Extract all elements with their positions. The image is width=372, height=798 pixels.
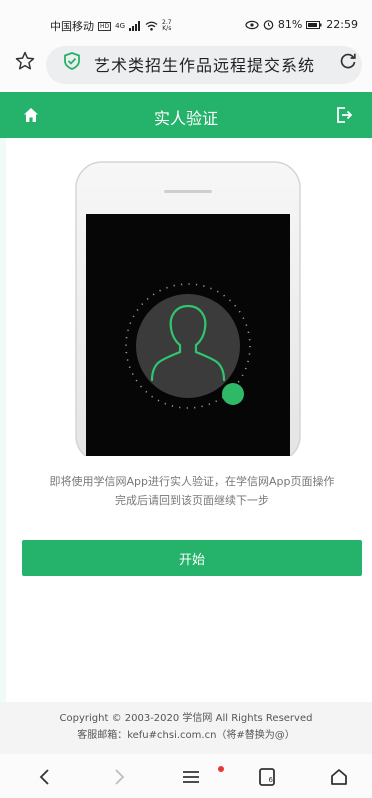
copyright-text: Copyright © 2003-2020 学信网 All Rights Res… xyxy=(59,713,313,724)
forward-icon[interactable] xyxy=(108,766,130,788)
instruction-text: 即将使用学信网App进行实人验证，在学信网App页面操作 完成后请回到该页面继续… xyxy=(22,472,362,510)
reload-icon[interactable] xyxy=(338,51,358,71)
menu-icon[interactable] xyxy=(180,766,202,788)
browser-toolbar: 艺术类招生作品远程提交系统 xyxy=(0,42,372,90)
home-nav-icon[interactable] xyxy=(328,766,350,788)
signal-icon xyxy=(129,21,141,31)
page-footer: Copyright © 2003-2020 学信网 All Rights Res… xyxy=(0,702,372,754)
network-speed: 2.7 K/s xyxy=(162,20,172,32)
instruction-line-1: 即将使用学信网App进行实人验证，在学信网App页面操作 xyxy=(49,475,335,488)
battery-icon xyxy=(306,20,322,29)
tabs-icon[interactable]: 6 xyxy=(256,766,278,788)
eye-icon xyxy=(245,20,259,29)
contact-email: 客服邮箱：kefu#chsi.com.cn（将#替换为@） xyxy=(77,730,295,741)
page-title-url[interactable]: 艺术类招生作品远程提交系统 xyxy=(94,52,315,76)
carrier-name: 中国移动 xyxy=(50,20,94,33)
speed-unit: K/s xyxy=(162,25,172,32)
clock: 22:59 xyxy=(326,18,358,31)
svg-text:6: 6 xyxy=(269,776,274,784)
status-right: 81% 22:59 xyxy=(245,18,358,31)
instruction-line-2: 完成后请回到该页面继续下一步 xyxy=(115,494,269,507)
status-bar: 中国移动 HD 4G 2.7 K/s 81% 22:59 xyxy=(0,0,372,42)
page-title: 实人验证 xyxy=(153,109,218,128)
page-header: 实人验证 xyxy=(0,92,372,138)
wifi-icon xyxy=(145,21,158,31)
start-button[interactable]: 开始 xyxy=(22,540,362,576)
system-nav-bar: 6 xyxy=(0,754,372,798)
network-type: 4G xyxy=(115,22,126,30)
hd-badge: HD xyxy=(98,21,112,31)
shield-icon xyxy=(64,52,80,70)
status-left: 中国移动 HD 4G 2.7 K/s xyxy=(50,18,172,34)
battery-percent: 81% xyxy=(277,18,303,31)
face-verification-illustration xyxy=(75,161,301,456)
star-icon[interactable] xyxy=(14,50,36,72)
logout-icon[interactable] xyxy=(334,105,354,125)
side-strip xyxy=(0,138,6,702)
alarm-icon xyxy=(263,20,274,30)
back-icon[interactable] xyxy=(34,766,56,788)
notification-dot xyxy=(218,766,224,772)
